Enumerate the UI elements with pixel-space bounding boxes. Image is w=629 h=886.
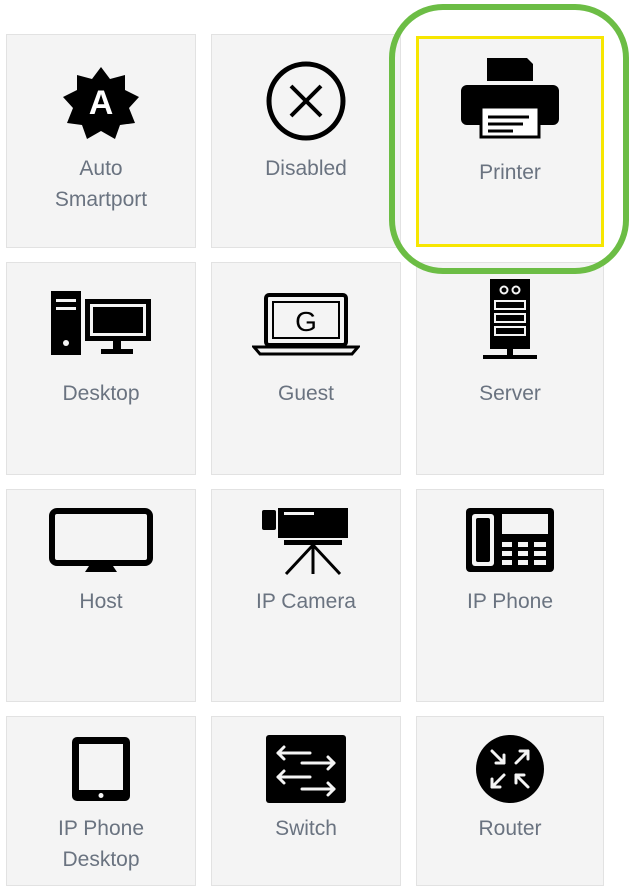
tile-ip-phone[interactable]: IP Phone bbox=[416, 489, 604, 702]
guest-laptop-icon: G bbox=[212, 291, 400, 357]
tile-label: Switch bbox=[275, 817, 337, 840]
tile-ip-camera[interactable]: IP Camera bbox=[211, 489, 401, 702]
router-icon bbox=[417, 733, 603, 805]
tile-label: Disabled bbox=[265, 157, 347, 180]
tile-label: Router bbox=[478, 817, 542, 840]
tile-label: IP Camera bbox=[256, 590, 356, 613]
tile-label: Auto Smartport bbox=[54, 157, 148, 211]
switch-icon bbox=[212, 733, 400, 805]
host-monitor-icon bbox=[7, 506, 195, 576]
tile-label: IP Phone bbox=[466, 590, 554, 613]
guest-letter: G bbox=[295, 306, 317, 337]
tile-ip-phone-desktop[interactable]: IP Phone Desktop bbox=[6, 716, 196, 886]
ip-phone-desktop-icon bbox=[7, 733, 195, 805]
tile-guest[interactable]: G Guest bbox=[211, 262, 401, 475]
tile-label: Server bbox=[479, 382, 541, 405]
tile-desktop[interactable]: Desktop bbox=[6, 262, 196, 475]
tile-printer[interactable]: Printer bbox=[416, 36, 604, 247]
ip-camera-icon bbox=[212, 504, 400, 576]
svg-text:A: A bbox=[89, 84, 114, 122]
tile-label: Desktop bbox=[62, 382, 140, 405]
ip-phone-icon bbox=[417, 504, 603, 576]
tile-label: Guest bbox=[277, 382, 335, 405]
server-icon bbox=[417, 277, 603, 361]
tile-disabled[interactable]: Disabled bbox=[211, 34, 401, 248]
tile-label: IP Phone Desktop bbox=[57, 817, 145, 871]
printer-icon bbox=[419, 55, 601, 139]
tile-switch[interactable]: Switch bbox=[211, 716, 401, 886]
tile-label: Printer bbox=[479, 161, 541, 184]
tile-host[interactable]: Host bbox=[6, 489, 196, 702]
tile-auto-smartport[interactable]: A Auto Smartport bbox=[6, 34, 196, 248]
tile-router[interactable]: Router bbox=[416, 716, 604, 886]
disabled-icon bbox=[212, 59, 400, 143]
tile-label: Host bbox=[79, 590, 123, 613]
desktop-icon bbox=[7, 289, 195, 359]
auto-smartport-icon: A bbox=[7, 65, 195, 141]
tile-server[interactable]: Server bbox=[416, 262, 604, 475]
